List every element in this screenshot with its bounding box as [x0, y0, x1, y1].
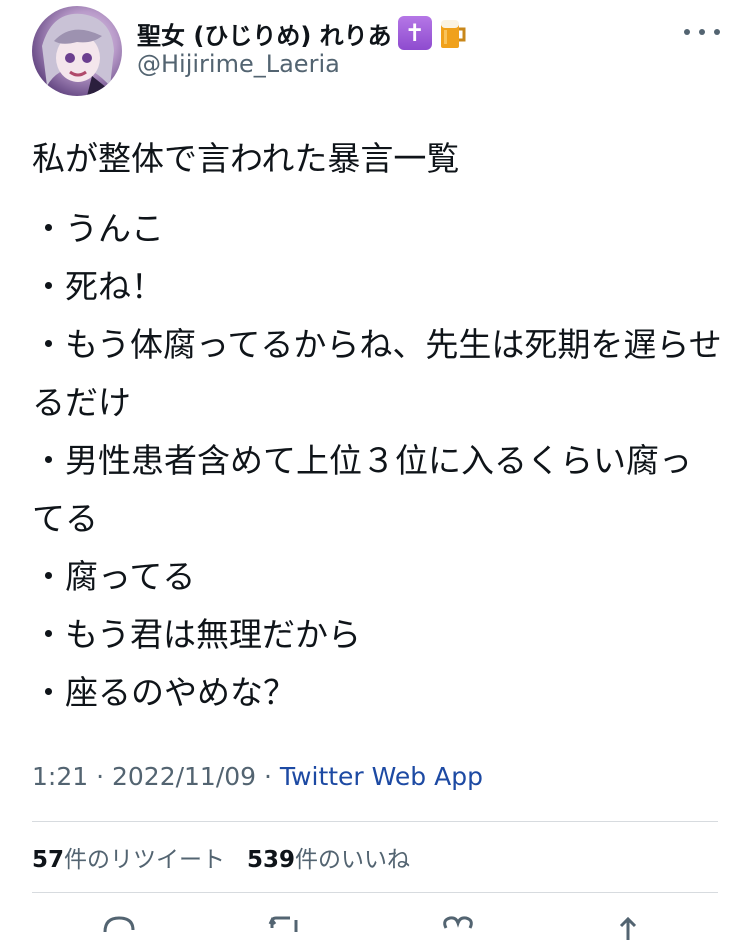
likes-count: 539: [247, 847, 296, 873]
tweet-time[interactable]: 1:21: [32, 762, 88, 791]
more-icon[interactable]: [684, 20, 720, 44]
like-icon[interactable]: [438, 910, 478, 940]
avatar-image: [42, 13, 117, 96]
tweet-line: ・座るのやめな？: [32, 673, 296, 712]
display-name[interactable]: 聖女 (ひじりめ) れりあ: [137, 16, 392, 51]
display-name-row[interactable]: 聖女 (ひじりめ) れりあ ✝: [137, 15, 468, 51]
tweet-line: ・もう君は無理だから: [32, 615, 362, 654]
share-icon[interactable]: [608, 910, 648, 940]
likes-label: 件のいいね: [295, 847, 411, 873]
tweet-stats: 57件のリツイート 539件のいいね: [32, 840, 410, 874]
cross-emoji-icon: ✝: [397, 16, 432, 50]
tweet-line: ・もう体腐ってるからね、先生は死期を遅らせるだけ: [32, 325, 722, 422]
tweet-line: ・腐ってる: [32, 557, 196, 596]
reply-icon[interactable]: [99, 910, 139, 940]
retweets-stat[interactable]: 57件のリツイート: [32, 840, 225, 874]
meta-separator: ·: [88, 762, 112, 791]
tweet-line: ・死ね！: [32, 267, 164, 306]
tweet-title: 私が整体で言われた暴言一覧: [32, 139, 460, 178]
user-handle[interactable]: @Hijirime_Laeria: [137, 50, 340, 78]
tweet-meta: 1:21 · 2022/11/09 · Twitter Web App: [32, 762, 483, 791]
beer-emoji-icon: [440, 20, 466, 48]
tweet-date[interactable]: 2022/11/09: [112, 762, 256, 791]
retweets-count: 57: [32, 847, 65, 873]
avatar[interactable]: [32, 6, 122, 96]
tweet-line: ・うんこ: [32, 209, 164, 248]
divider: [32, 892, 718, 893]
tweet-line: ・男性患者含めて上位３位に入るくらい腐ってる: [32, 441, 692, 538]
tweet-source[interactable]: Twitter Web App: [280, 762, 483, 791]
divider: [32, 821, 718, 822]
meta-separator: ·: [256, 762, 280, 791]
retweet-icon[interactable]: [266, 910, 306, 940]
likes-stat[interactable]: 539件のいいね: [247, 840, 410, 874]
tweet-text: 私が整体で言われた暴言一覧 ・うんこ ・死ね！ ・もう体腐ってるからね、先生は死…: [32, 130, 722, 722]
retweets-label: 件のリツイート: [64, 847, 226, 873]
